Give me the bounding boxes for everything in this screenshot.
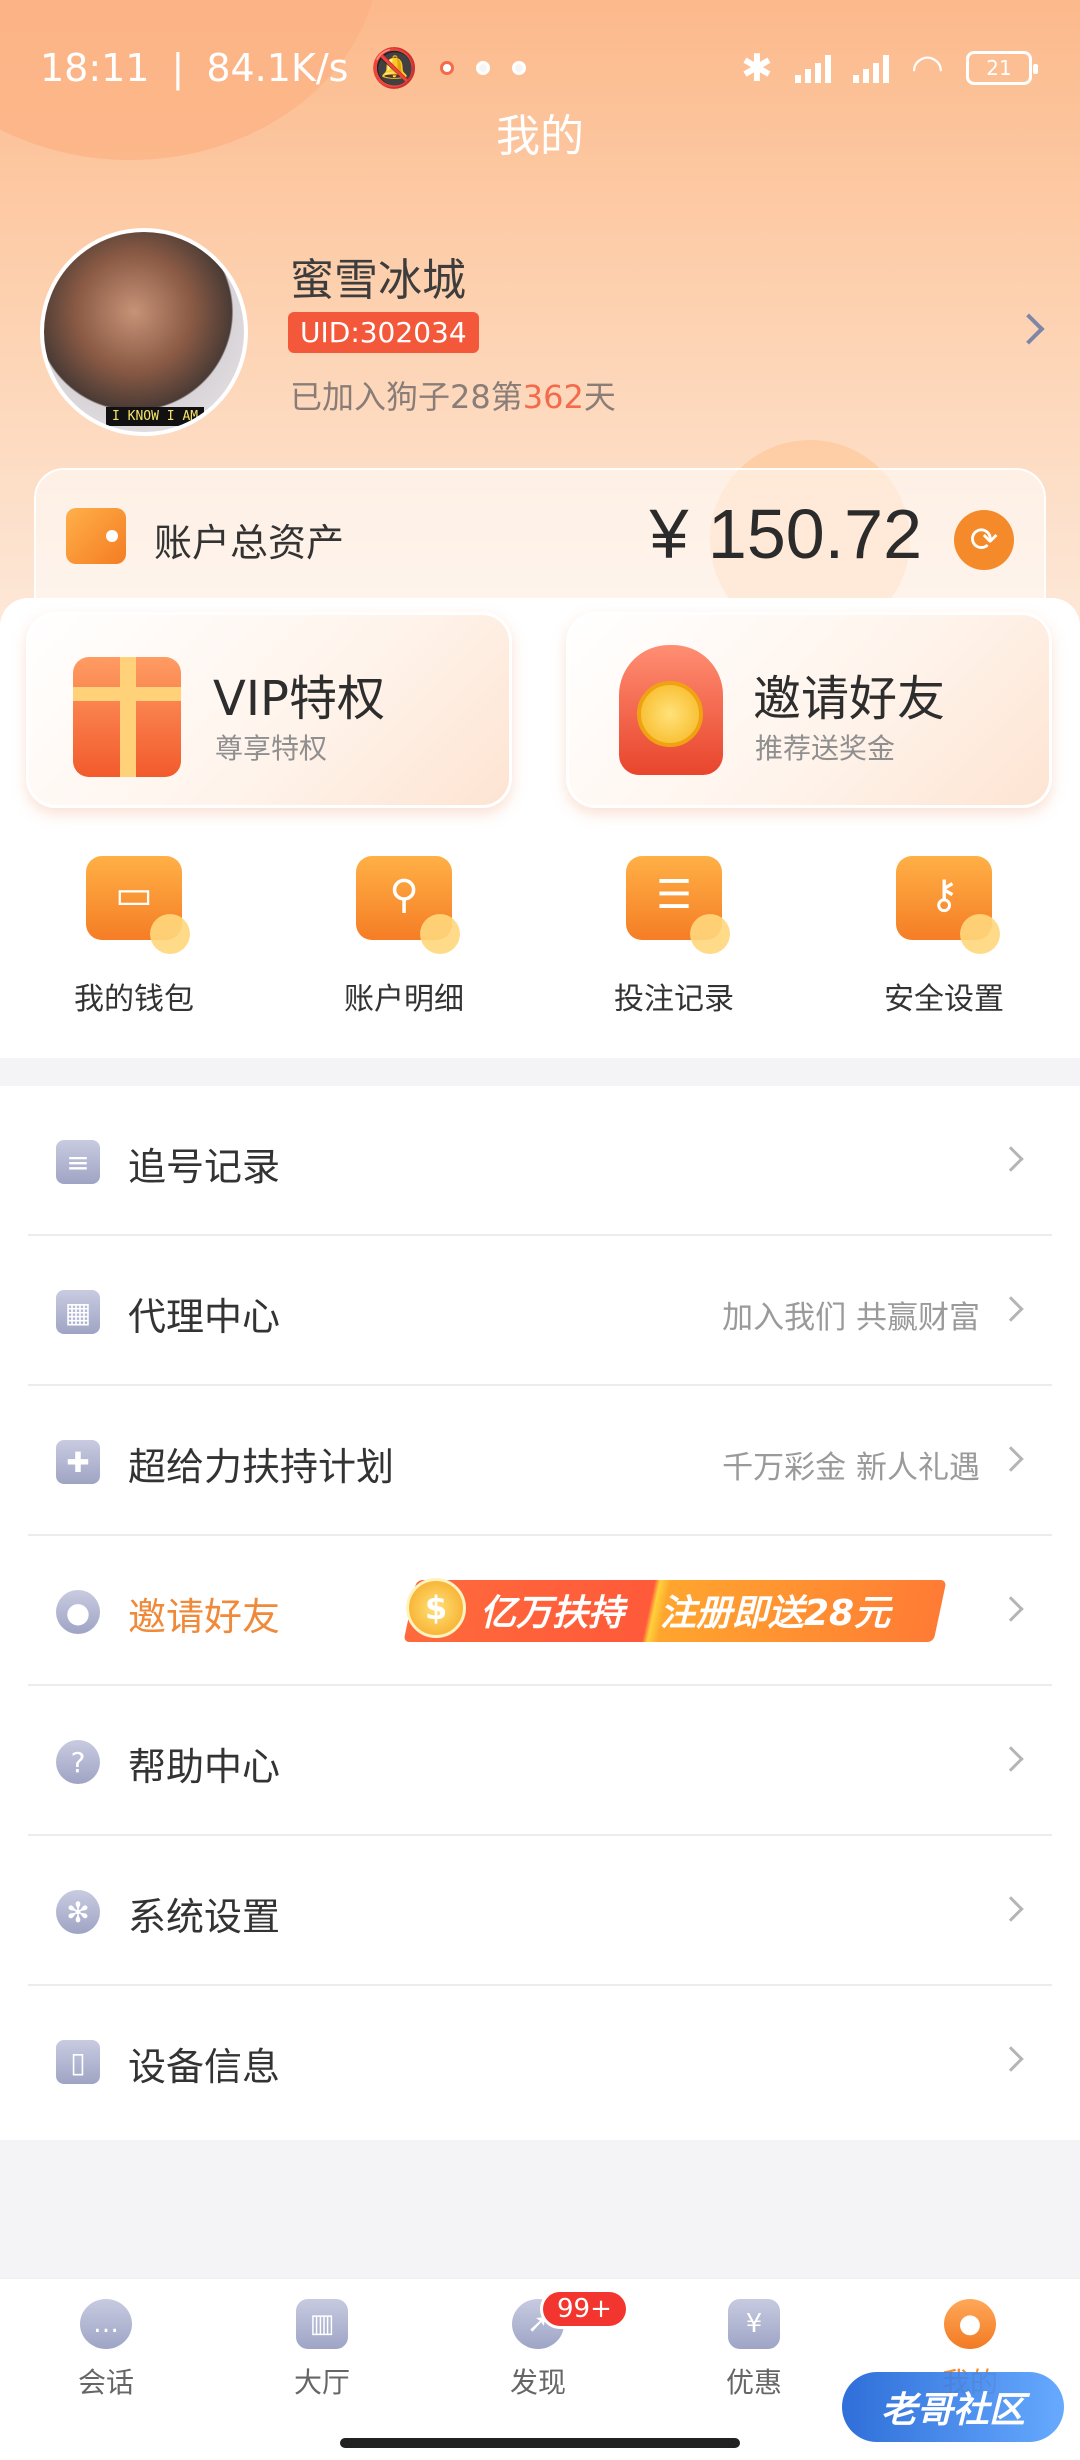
record-icon — [439, 61, 454, 75]
vip-subtitle: 尊享特权 — [215, 732, 328, 765]
key-icon: ⚷ — [896, 856, 1000, 954]
quick-action-label: 账户明细 — [344, 982, 464, 1017]
chevron-right-icon — [998, 1296, 1024, 1322]
menu-item-label: 帮助中心 — [128, 1745, 281, 1789]
username: 蜜雪冰城 — [290, 255, 466, 306]
tab-label: 发现 — [509, 2366, 566, 2399]
asset-amount: ¥ 150.72 — [649, 495, 922, 573]
gear-icon: ✻ — [56, 1890, 100, 1934]
refresh-icon: ⟳ — [969, 520, 999, 560]
status-bar: 18:11 | 84.1K/s 🔕 ✱ ◠ 21 — [0, 38, 1080, 98]
menu-item-label: 代理中心 — [128, 1295, 281, 1339]
avatar[interactable]: I KNOW I AM — [40, 228, 248, 436]
ticket-icon: ¥ — [728, 2299, 780, 2349]
quick-action-bets[interactable]: ☰ 投注记录 — [574, 856, 774, 1018]
banner-text-left: 亿万扶持 — [480, 1593, 625, 1634]
status-net-speed: 84.1K/s — [206, 46, 349, 90]
vip-card[interactable]: VIP特权 尊享特权 — [26, 612, 512, 808]
chat-icon: … — [80, 2299, 132, 2349]
home-indicator — [340, 2438, 740, 2448]
chevron-right-icon — [998, 1596, 1024, 1622]
notification-icon — [475, 61, 490, 75]
status-divider: | — [171, 46, 185, 90]
search-icon: ⚲ — [356, 856, 460, 954]
status-time: 18:11 — [40, 46, 150, 90]
join-prefix: 已加入狗子28第 — [290, 378, 523, 416]
invite-subtitle: 推荐送奖金 — [755, 732, 896, 765]
join-info: 已加入狗子28第362天 — [290, 372, 616, 418]
coin-icon: $ — [406, 1578, 466, 1638]
menu-item-label: 设备信息 — [128, 2045, 281, 2089]
wallet-icon — [66, 508, 126, 564]
chevron-right-icon — [998, 1746, 1024, 1772]
asset-card: 账户总资产 ¥ 150.72 ⟳ — [34, 468, 1046, 608]
chevron-right-icon — [998, 1446, 1024, 1472]
chevron-right-icon — [998, 1146, 1024, 1172]
menu-item-hint: 千万彩金 新人礼遇 — [722, 1450, 980, 1486]
notification-icon — [511, 61, 526, 75]
menu-item-hint: 加入我们 共赢财富 — [722, 1300, 980, 1336]
qrcode-icon: ▦ — [56, 1290, 100, 1334]
mute-icon: 🔕 — [370, 45, 418, 90]
tab-discover[interactable]: ➚ 99+ 发现 — [468, 2289, 629, 2401]
banner-text-right: 注册即送28元 — [660, 1593, 891, 1634]
menu-item-label: 超给力扶持计划 — [128, 1445, 395, 1489]
menu-item-label: 邀请好友 — [128, 1595, 281, 1639]
invite-title: 邀请好友 — [753, 671, 946, 727]
tab-label: 会话 — [77, 2366, 134, 2399]
menu-item-invite-friends[interactable]: ● 邀请好友 $ 亿万扶持 注册即送28元 — [28, 1536, 1052, 1686]
quick-action-label: 投注记录 — [614, 982, 734, 1017]
menu-item-label: 追号记录 — [128, 1145, 281, 1189]
bluetooth-icon: ✱ — [740, 46, 773, 90]
refresh-button[interactable]: ⟳ — [954, 510, 1014, 570]
coin-hand-icon — [619, 645, 723, 775]
tab-label: 大厅 — [293, 2366, 350, 2399]
chevron-right-icon — [998, 2046, 1024, 2072]
menu-item-support-plan[interactable]: ✚ 超给力扶持计划 千万彩金 新人礼遇 — [28, 1386, 1052, 1536]
battery-level: 21 — [986, 56, 1012, 80]
quick-action-label: 我的钱包 — [74, 982, 194, 1017]
wallet-icon: ▭ — [86, 856, 190, 954]
quick-action-details[interactable]: ⚲ 账户明细 — [304, 856, 504, 1018]
bank-icon: ▥ — [296, 2299, 348, 2349]
vip-title: VIP特权 — [213, 671, 385, 727]
document-icon: ≡ — [56, 1140, 100, 1184]
quick-action-wallet[interactable]: ▭ 我的钱包 — [34, 856, 234, 1018]
clipboard-icon: ☰ — [626, 856, 730, 954]
menu-item-agent-center[interactable]: ▦ 代理中心 加入我们 共赢财富 — [28, 1236, 1052, 1386]
help-icon: ? — [56, 1740, 100, 1784]
quick-action-security[interactable]: ⚷ 安全设置 — [844, 856, 1044, 1018]
signal-icon — [794, 53, 831, 83]
notification-badge: 99+ — [540, 2289, 629, 2329]
avatar-caption: I KNOW I AM — [106, 407, 205, 426]
quick-action-label: 安全设置 — [884, 982, 1004, 1017]
tab-lobby[interactable]: ▥ 大厅 — [252, 2299, 392, 2401]
menu-list: ≡ 追号记录 ▦ 代理中心 加入我们 共赢财富 ✚ 超给力扶持计划 千万彩金 新… — [0, 1086, 1080, 2140]
tab-offers[interactable]: ¥ 优惠 — [684, 2299, 824, 2401]
wifi-icon: ◠ — [910, 46, 944, 90]
page-title: 我的 — [496, 111, 584, 162]
battery-icon: 21 — [966, 51, 1038, 85]
user-icon: ● — [56, 1590, 100, 1634]
tab-chat[interactable]: … 会话 — [36, 2299, 176, 2401]
join-suffix: 天 — [583, 378, 616, 416]
tab-label: 优惠 — [725, 2366, 782, 2399]
tablet-icon: ▯ — [56, 2040, 100, 2084]
menu-item-label: 系统设置 — [128, 1895, 281, 1939]
asset-label: 账户总资产 — [154, 521, 345, 565]
menu-item-system-settings[interactable]: ✻ 系统设置 — [28, 1836, 1052, 1986]
menu-item-device-info[interactable]: ▯ 设备信息 — [28, 1986, 1052, 2136]
uid-badge: UID:302034 — [288, 312, 479, 353]
profile-icon: ● — [944, 2299, 996, 2349]
signal-icon — [852, 53, 889, 83]
menu-item-help-center[interactable]: ? 帮助中心 — [28, 1686, 1052, 1836]
gift-icon: ✚ — [56, 1440, 100, 1484]
invite-card[interactable]: 邀请好友 推荐送奖金 — [566, 612, 1052, 808]
join-days: 362 — [522, 378, 584, 416]
menu-item-chase-records[interactable]: ≡ 追号记录 — [28, 1086, 1052, 1236]
watermark-logo: 老哥社区 — [842, 2372, 1064, 2442]
gift-icon — [73, 657, 181, 777]
chevron-right-icon — [998, 1896, 1024, 1922]
